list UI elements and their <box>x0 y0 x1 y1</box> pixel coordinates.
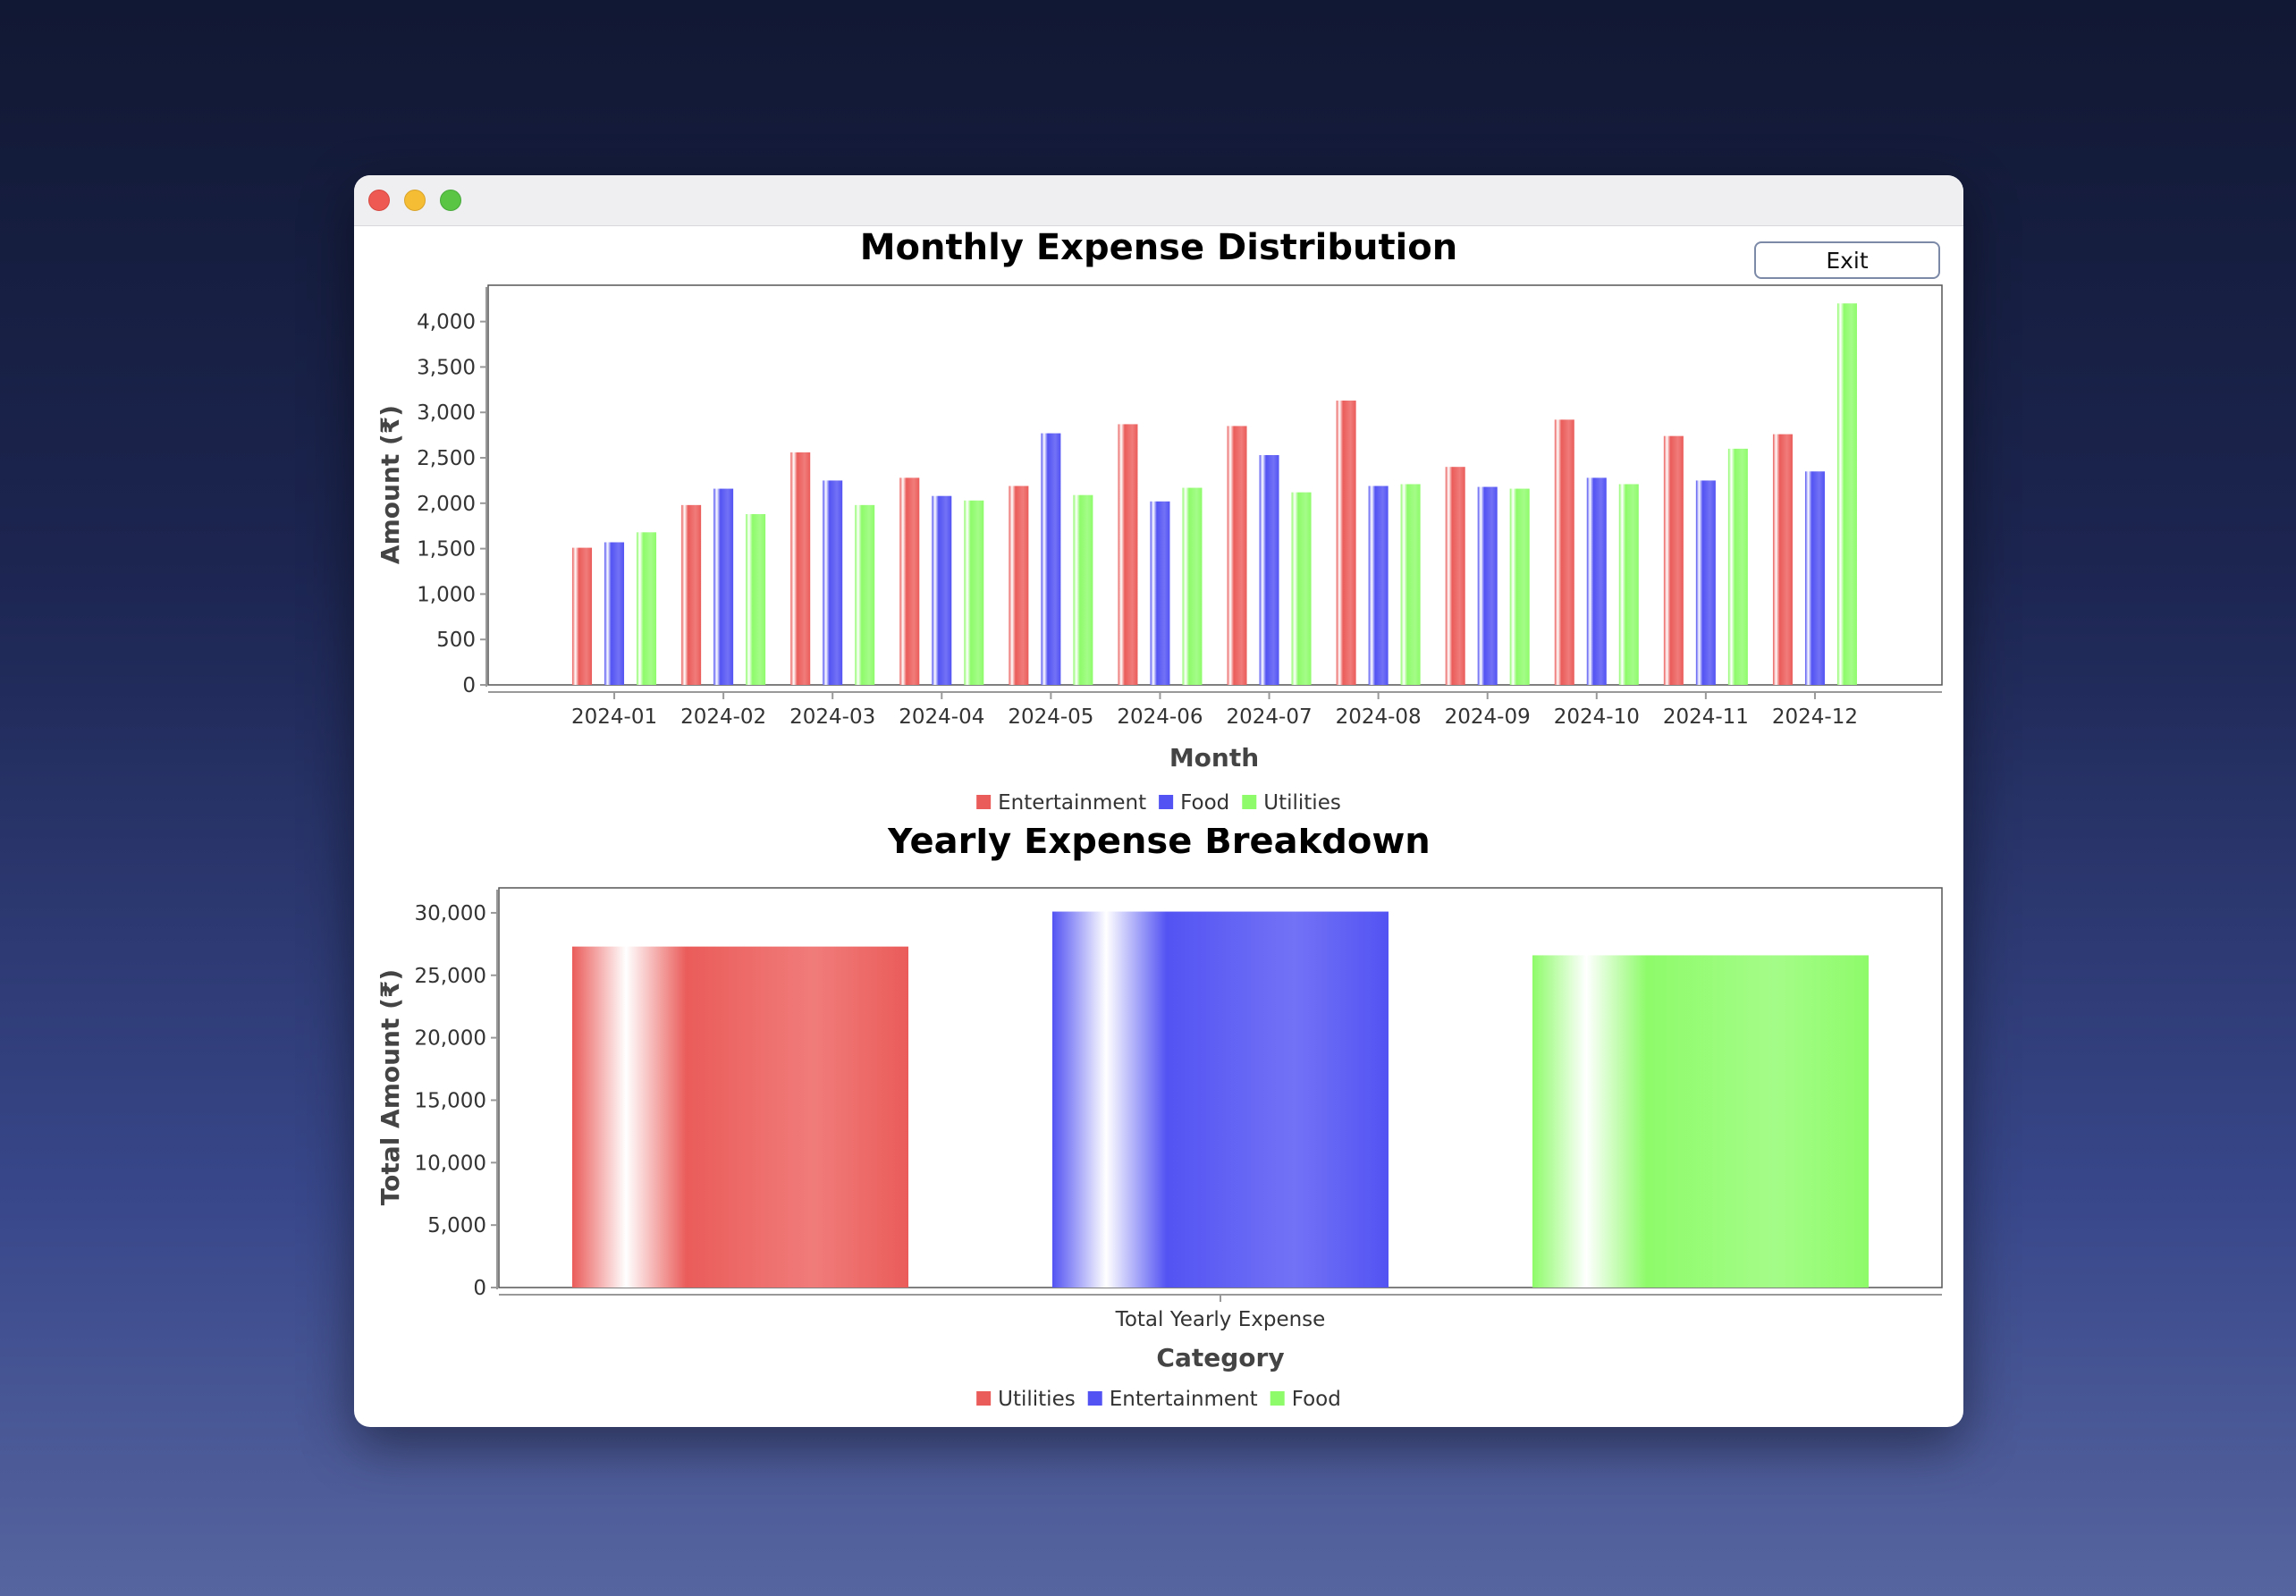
bar-entertainment-2024-10 <box>1554 419 1574 685</box>
exit-button[interactable]: Exit <box>1754 241 1940 279</box>
legend-label-food: Food <box>1180 791 1229 815</box>
bar-utilities <box>572 946 908 1288</box>
y-tick-label: 2,500 <box>417 447 476 470</box>
bar-utilities-2024-12 <box>1836 303 1857 685</box>
bar-food-2024-11 <box>1695 480 1716 685</box>
y-axis-title: Amount (₹) <box>376 405 405 564</box>
x-tick-label: 2024-05 <box>1008 705 1093 729</box>
bar-utilities-2024-02 <box>746 514 766 685</box>
bar-entertainment-2024-08 <box>1336 401 1356 685</box>
x-tick-label: 2024-01 <box>571 705 657 729</box>
chart-legend: Utilities Entertainment Food <box>976 1388 1341 1411</box>
bar-entertainment-2024-01 <box>572 547 593 685</box>
bar-food-2024-06 <box>1150 501 1170 685</box>
y-tick-label: 30,000 <box>415 902 486 925</box>
bar-food-2024-08 <box>1368 486 1389 685</box>
bar-entertainment-2024-03 <box>790 452 811 685</box>
bar-food-2024-01 <box>604 542 625 685</box>
bar-utilities-2024-05 <box>1073 494 1093 685</box>
y-axis-title: Total Amount (₹) <box>376 969 405 1205</box>
monthly-expense-chart: Monthly Expense Distribution 0 500 1,000 1,… <box>376 227 1943 815</box>
legend-swatch-food <box>1270 1391 1285 1406</box>
x-tick-label: 2024-12 <box>1772 705 1858 729</box>
legend-label-entertainment: Entertainment <box>1110 1388 1258 1411</box>
bar-food-2024-10 <box>1586 477 1607 685</box>
y-tick-label: 3,500 <box>417 356 476 379</box>
x-tick-label: 2024-02 <box>680 705 766 729</box>
y-tick-label: 4,000 <box>417 311 476 334</box>
bar-entertainment-2024-04 <box>899 477 920 685</box>
legend-label-utilities: Utilities <box>998 1388 1076 1411</box>
y-tick-label: 5,000 <box>427 1214 486 1237</box>
bar-utilities-2024-09 <box>1509 488 1530 685</box>
bar-entertainment-2024-02 <box>681 504 702 685</box>
plot-area <box>487 284 1943 686</box>
bar-utilities-2024-08 <box>1400 484 1421 685</box>
bar-utilities-2024-07 <box>1291 492 1312 685</box>
chart-title: Yearly Expense Breakdown <box>886 828 1431 862</box>
x-tick-label: 2024-09 <box>1445 705 1531 729</box>
close-window-button[interactable] <box>368 190 390 211</box>
y-tick-label: 1,500 <box>417 538 476 562</box>
title-bar <box>354 175 1963 226</box>
bar-entertainment-2024-12 <box>1772 434 1793 685</box>
bar-utilities-2024-06 <box>1182 487 1203 685</box>
bar-food <box>1532 955 1869 1288</box>
y-tick-label: 25,000 <box>415 965 486 988</box>
bar-entertainment <box>1052 911 1389 1288</box>
bar-entertainment-2024-05 <box>1009 486 1029 685</box>
x-tick-label: 2024-03 <box>789 705 875 729</box>
bar-entertainment-2024-11 <box>1663 435 1684 685</box>
x-tick-label: 2024-10 <box>1554 705 1640 729</box>
x-tick-label: 2024-06 <box>1117 705 1203 729</box>
bar-food-2024-05 <box>1041 433 1061 685</box>
x-axis-title: Month <box>1169 743 1259 773</box>
bar-utilities-2024-03 <box>855 504 875 685</box>
legend-label-entertainment: Entertainment <box>998 791 1146 815</box>
yearly-expense-chart: Yearly Expense Breakdown 0 5,000 10,000 15,… <box>376 828 1943 1411</box>
x-axis-title: Category <box>1156 1343 1284 1372</box>
minimize-window-button[interactable] <box>404 190 426 211</box>
legend-swatch-utilities <box>1242 795 1257 809</box>
y-tick-label: 10,000 <box>415 1152 486 1175</box>
chart-legend: Entertainment Food Utilities <box>976 791 1341 815</box>
y-tick-label: 1,000 <box>417 583 476 606</box>
bar-entertainment-2024-07 <box>1227 426 1247 685</box>
app-window: Monthly Expense Distribution 0 500 1,000 1,… <box>354 175 1963 1427</box>
y-tick-label: 0 <box>462 674 476 697</box>
bar-entertainment-2024-09 <box>1445 467 1465 685</box>
x-tick-label: 2024-04 <box>899 705 984 729</box>
legend-swatch-utilities <box>976 1391 992 1406</box>
y-tick-label: 3,000 <box>417 401 476 425</box>
x-tick-label: Total Yearly Expense <box>1115 1308 1326 1331</box>
chart-title: Monthly Expense Distribution <box>860 227 1457 268</box>
bar-food-2024-12 <box>1804 471 1825 685</box>
legend-label-food: Food <box>1292 1388 1341 1411</box>
bar-food-2024-03 <box>823 480 843 685</box>
y-tick-label: 0 <box>473 1277 486 1300</box>
bar-utilities-2024-04 <box>964 500 984 685</box>
zoom-window-button[interactable] <box>440 190 461 211</box>
y-tick-label: 20,000 <box>415 1027 486 1051</box>
bar-food-2024-04 <box>932 495 952 685</box>
y-tick-label: 500 <box>436 629 476 652</box>
legend-swatch-entertainment <box>976 795 992 809</box>
y-tick-label: 2,000 <box>417 493 476 516</box>
bar-utilities-2024-10 <box>1618 484 1639 685</box>
y-tick-label: 15,000 <box>415 1089 486 1112</box>
bar-utilities-2024-11 <box>1727 448 1748 685</box>
bar-entertainment-2024-06 <box>1118 424 1138 685</box>
bar-food-2024-09 <box>1477 486 1498 685</box>
x-tick-label: 2024-07 <box>1226 705 1312 729</box>
legend-swatch-entertainment <box>1087 1391 1102 1406</box>
bar-utilities-2024-01 <box>637 532 657 685</box>
x-tick-label: 2024-08 <box>1336 705 1422 729</box>
bar-food-2024-02 <box>713 488 734 685</box>
bar-food-2024-07 <box>1259 454 1279 685</box>
x-tick-label: 2024-11 <box>1663 705 1749 729</box>
legend-label-utilities: Utilities <box>1263 791 1341 815</box>
legend-swatch-food <box>1159 795 1174 809</box>
